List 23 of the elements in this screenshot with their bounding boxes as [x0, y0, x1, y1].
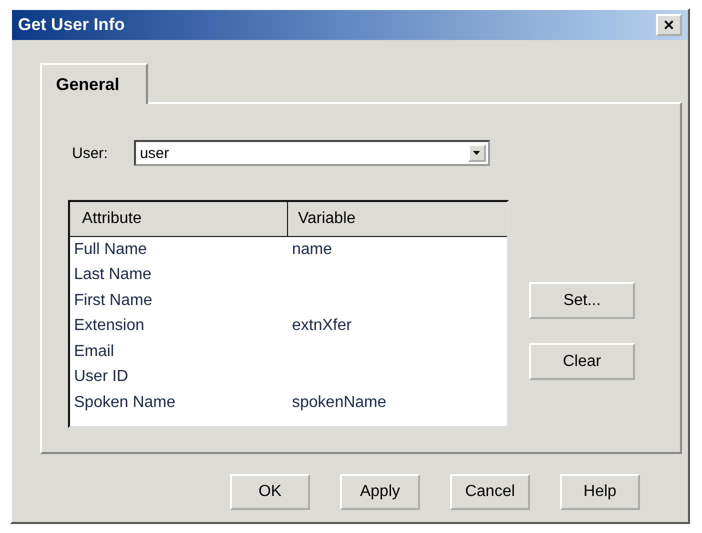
attribute-cell-text: Extension: [74, 317, 146, 336]
attribute-cell-text: Email: [74, 342, 116, 361]
variable-cell-text: extnXfer: [291, 317, 352, 336]
column-header[interactable]: Attribute: [70, 202, 288, 236]
window-title: Get User Info: [18, 15, 125, 35]
attribute-cell-text: Last Name: [74, 266, 152, 284]
user-label: User:: [72, 144, 108, 162]
attribute-cell-text: Full Name: [74, 240, 148, 259]
close-button[interactable]: ✕: [656, 14, 682, 36]
attribute-cell-text: Spoken Name: [74, 394, 176, 412]
column-header[interactable]: Variable: [288, 202, 507, 236]
variable-cell-text: spokenName: [291, 394, 386, 412]
tab[interactable]: General: [40, 63, 148, 104]
clear-button[interactable]: Clear: [529, 343, 635, 380]
user-dropdown[interactable]: user: [134, 140, 490, 166]
dialog-button[interactable]: OK: [230, 474, 310, 510]
set-button[interactable]: Set...: [529, 282, 635, 319]
variable-cell-text: name: [291, 240, 332, 259]
dialog-button[interactable]: Apply: [340, 474, 420, 510]
dialog-button[interactable]: Help: [560, 474, 640, 510]
dialog-button[interactable]: Cancel: [450, 474, 530, 510]
attribute-cell-text: First Name: [74, 292, 154, 310]
attribute-cell-text: User ID: [74, 368, 130, 386]
